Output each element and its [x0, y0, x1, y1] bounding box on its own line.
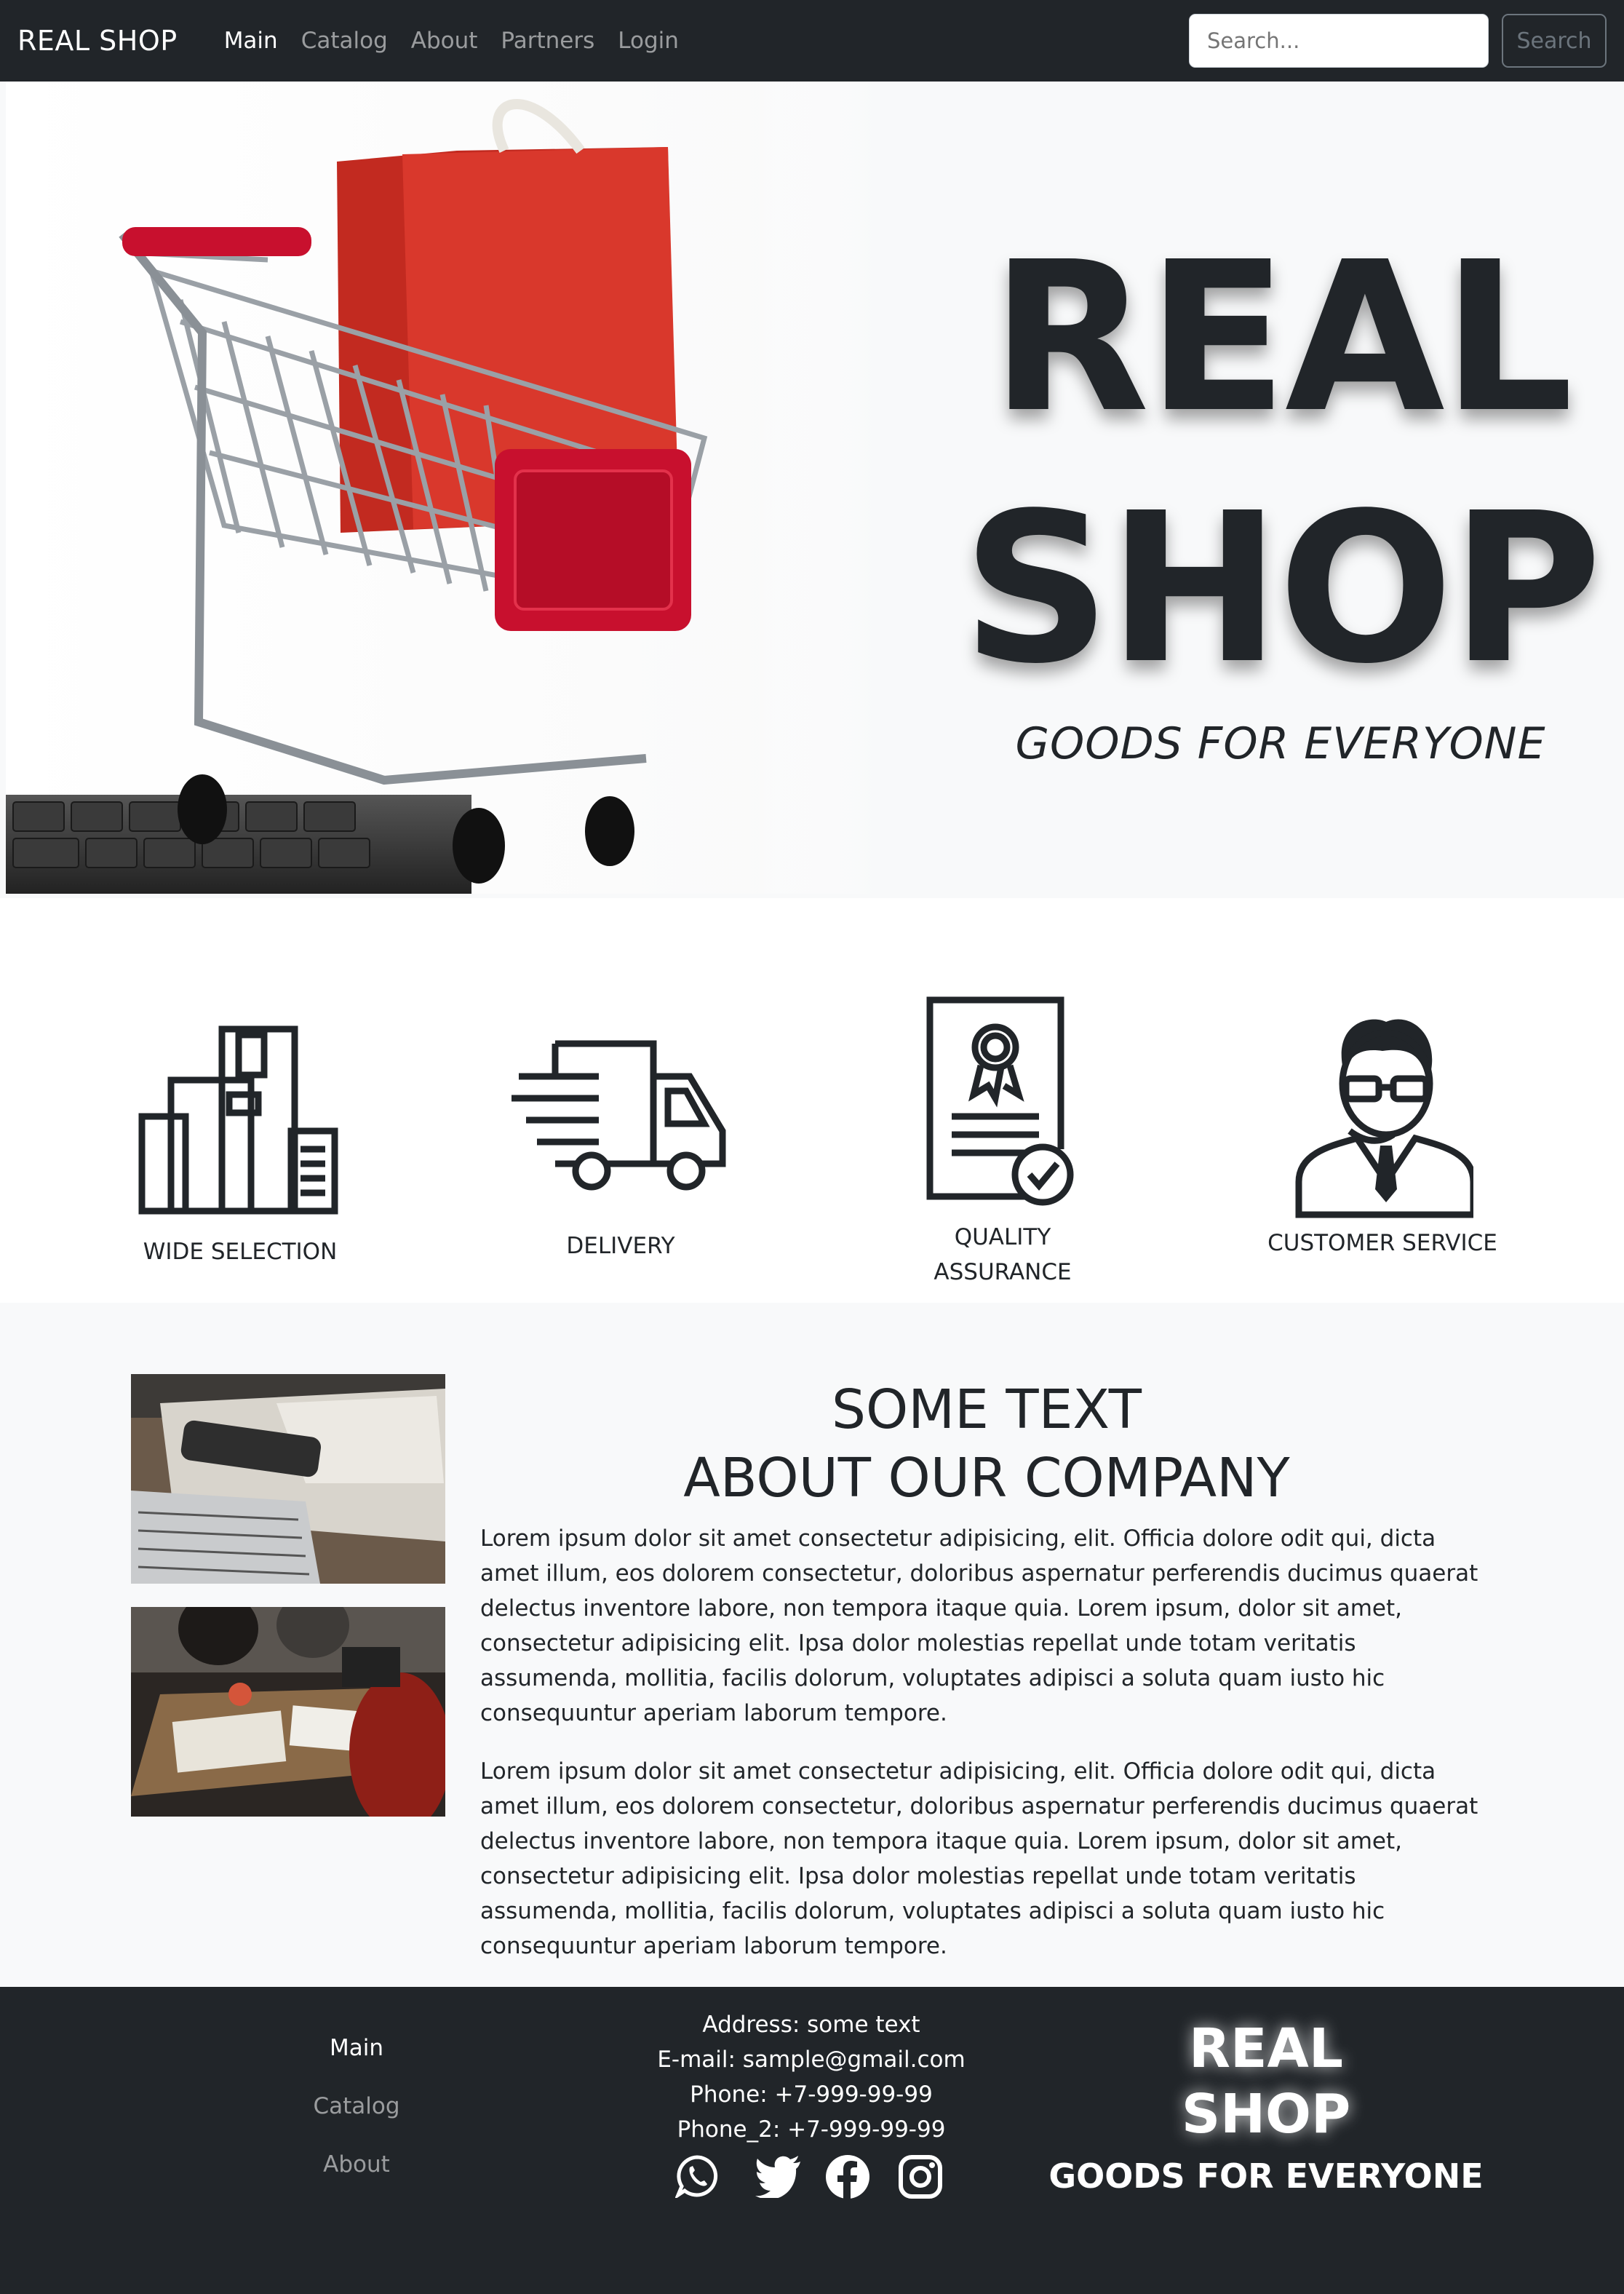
hero-title-line2: SHOP [962, 468, 1602, 709]
feature-label-line2: ASSURANCE [934, 1259, 1072, 1285]
laptop-phone-photo [131, 1374, 445, 1584]
hero-title-line1: REAL [990, 217, 1573, 458]
search-form: Search [1189, 14, 1607, 68]
about-paragraph-1: Lorem ipsum dolor sit amet consectetur a… [480, 1525, 1478, 1726]
footer-phone: Phone: +7-999-99-99 [690, 2081, 933, 2108]
about-paragraph-2: Lorem ipsum dolor sit amet consectetur a… [480, 1758, 1478, 1959]
footer-logo: REAL SHOP [1048, 2016, 1484, 2147]
navbar: REAL SHOP Main Catalog About Partners Lo… [0, 0, 1624, 82]
boxes-icon [138, 1025, 338, 1215]
feature-label: CUSTOMER SERVICE [1267, 1230, 1497, 1256]
nav-link-catalog[interactable]: Catalog [290, 28, 399, 54]
footer-phone-2: Phone_2: +7-999-99-99 [677, 2116, 946, 2143]
feature-label-line1: QUALITY [954, 1224, 1051, 1250]
footer-link-about[interactable]: About [276, 2151, 437, 2178]
nav-link-main[interactable]: Main [212, 28, 290, 54]
instagram-icon[interactable] [898, 2154, 943, 2199]
truck-icon [512, 1040, 726, 1191]
feature-customer-service: CUSTOMER SERVICE [1237, 1015, 1528, 1261]
brand-logo[interactable]: REAL SHOP [17, 25, 178, 57]
feature-label: DELIVERY [566, 1233, 675, 1259]
features-section: WIDE SELECTION DELIVERY QUALITY ASSURANC… [0, 898, 1624, 1303]
team-meeting-photo [131, 1607, 445, 1817]
hero-section: REAL SHOP GOODS FOR EVERYONE [0, 82, 1624, 898]
footer: Main Catalog About Address: some text E-… [0, 1987, 1624, 2294]
feature-label: WIDE SELECTION [143, 1239, 338, 1265]
certificate-icon [926, 996, 1074, 1206]
nav-link-about[interactable]: About [399, 28, 490, 54]
nav-link-partners[interactable]: Partners [489, 28, 606, 54]
search-button[interactable]: Search [1502, 14, 1607, 68]
footer-link-main[interactable]: Main [276, 2035, 437, 2061]
whatsapp-icon[interactable] [675, 2154, 719, 2198]
nav-links: Main Catalog About Partners Login [212, 28, 690, 54]
twitter-icon[interactable] [755, 2154, 802, 2198]
feature-wide-selection: WIDE SELECTION [95, 1022, 386, 1269]
facebook-icon[interactable] [825, 2154, 870, 2199]
about-title: SOME TEXT ABOUT OUR COMPANY [477, 1376, 1496, 1512]
support-agent-icon [1295, 1019, 1473, 1218]
footer-address: Address: some text [702, 2012, 920, 2038]
footer-email: E-mail: sample@gmail.com [657, 2047, 966, 2073]
footer-logo-line2: SHOP [1181, 2083, 1351, 2146]
about-title-line2: ABOUT OUR COMPANY [683, 1447, 1290, 1509]
feature-delivery: DELIVERY [475, 1036, 766, 1263]
footer-logo-subtitle: GOODS FOR EVERYONE [1048, 2156, 1484, 2196]
footer-logo-line1: REAL [1189, 2017, 1343, 2080]
about-title-line1: SOME TEXT [832, 1378, 1142, 1441]
feature-quality: QUALITY ASSURANCE [857, 993, 1148, 1290]
search-input[interactable] [1189, 14, 1489, 68]
hero-subtitle: GOODS FOR EVERYONE [1015, 718, 1546, 769]
nav-link-login[interactable]: Login [606, 28, 690, 54]
shopping-cart-image [6, 82, 879, 894]
footer-link-catalog[interactable]: Catalog [276, 2093, 437, 2119]
about-section: SOME TEXT ABOUT OUR COMPANY Lorem ipsum … [0, 1303, 1624, 1987]
